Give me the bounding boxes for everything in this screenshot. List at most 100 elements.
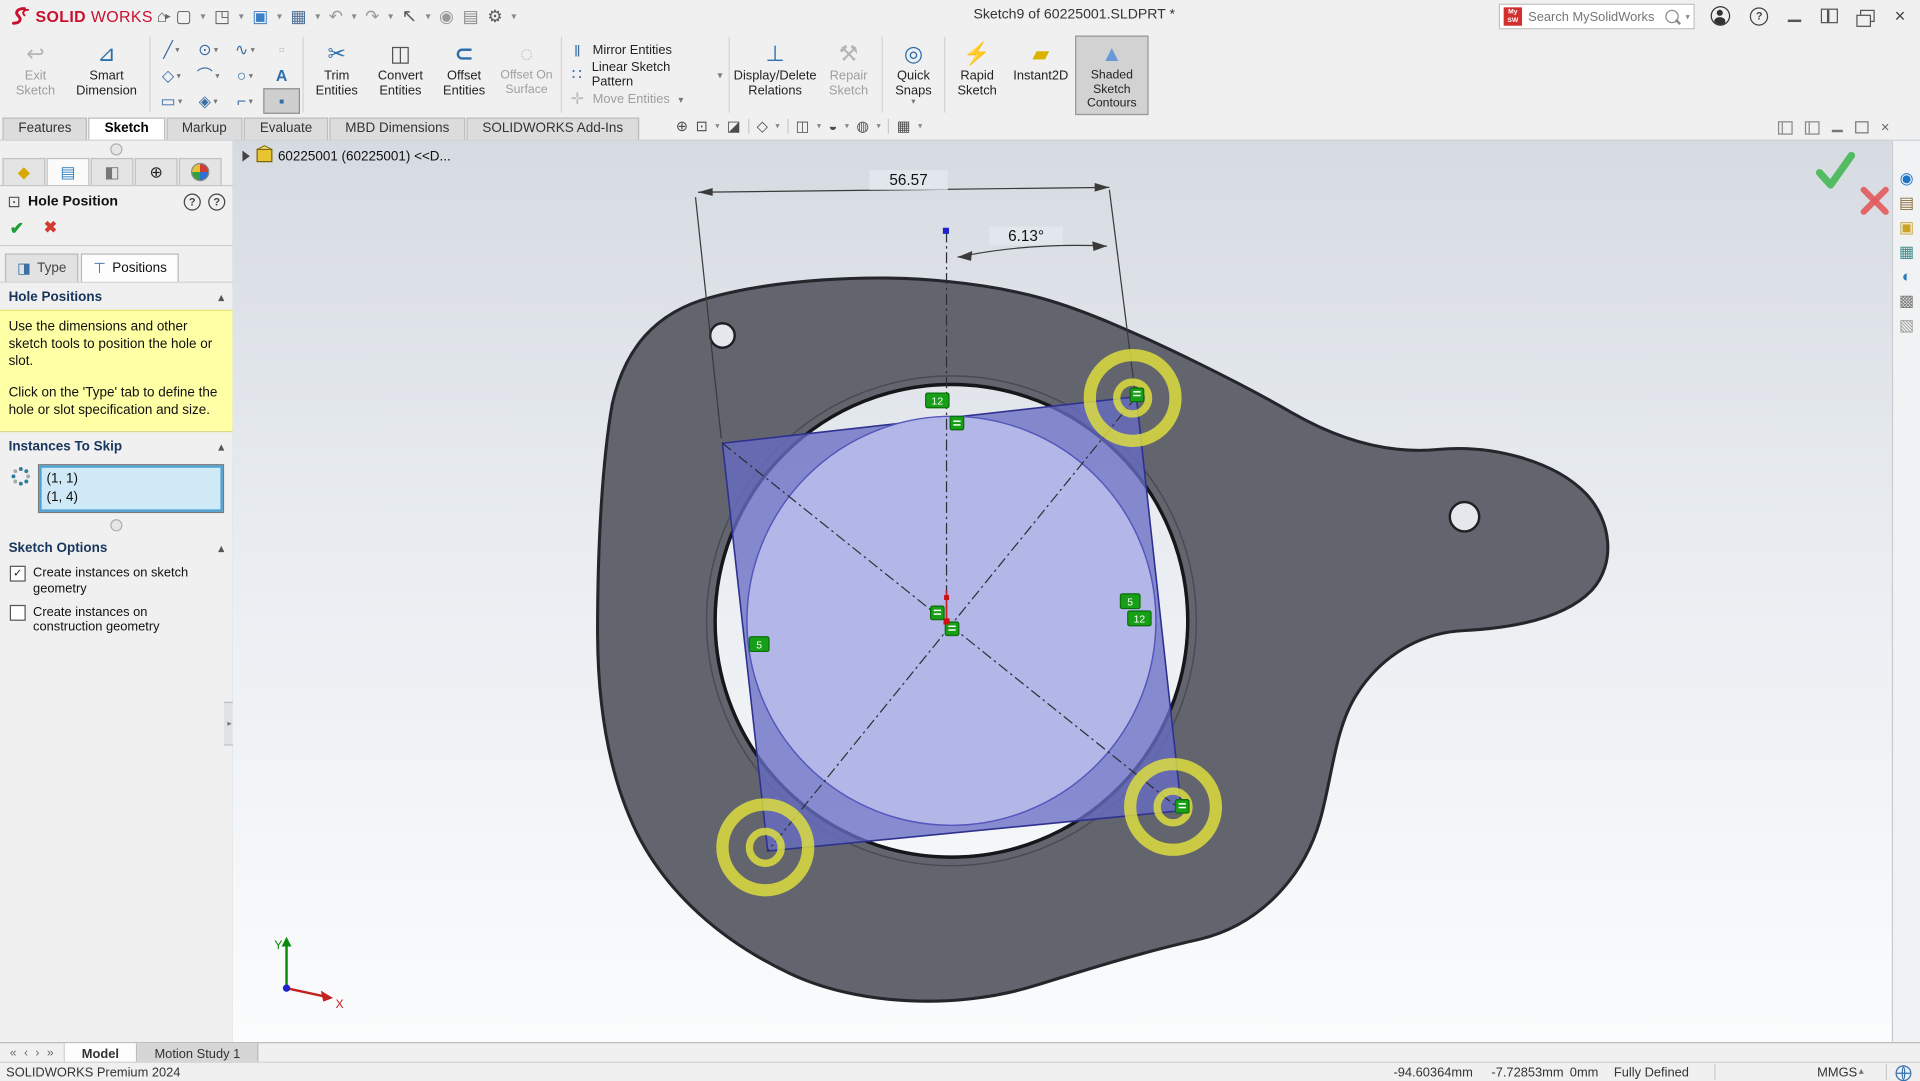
search-caret-icon[interactable]: ▾: [1685, 12, 1689, 22]
line-tool-button[interactable]: ╱▾: [153, 37, 190, 63]
circle-tool-button[interactable]: ⊙▾: [190, 37, 227, 63]
display-manager-tab[interactable]: [179, 158, 222, 185]
sketch-geometry-checkbox[interactable]: ✓: [10, 566, 26, 582]
sketch-relation-icon[interactable]: 5: [749, 637, 769, 652]
tab-markup[interactable]: Markup: [166, 118, 243, 140]
custom-properties-icon[interactable]: ▩: [1899, 293, 1914, 309]
sketch-relation-icon[interactable]: [950, 416, 963, 429]
exit-sketch-button[interactable]: ↩ Exit Sketch: [5, 36, 66, 102]
type-tab[interactable]: ◨ Type: [5, 253, 79, 281]
zoom-to-fit-icon[interactable]: ⊕: [676, 119, 688, 134]
restore-button[interactable]: [1860, 10, 1875, 22]
globe-status-icon[interactable]: [1896, 1065, 1912, 1081]
instances-to-skip-list[interactable]: (1, 1) (1, 4): [39, 466, 223, 513]
tab-solidworks-addins[interactable]: SOLIDWORKS Add-Ins: [466, 118, 639, 140]
search-icon[interactable]: [1666, 10, 1679, 23]
properties-icon[interactable]: ▤: [463, 7, 479, 24]
sketch-picture-button[interactable]: ▫: [263, 37, 300, 63]
doc-minimize-icon[interactable]: [1832, 130, 1843, 132]
select-caret-icon[interactable]: ▾: [426, 10, 431, 21]
tab-model[interactable]: Model: [65, 1043, 138, 1063]
instances-to-skip-section-header[interactable]: Instances To Skip ▴: [0, 433, 233, 460]
section-view-icon[interactable]: ◪: [727, 119, 741, 134]
offset-on-surface-button[interactable]: ◌ Offset On Surface: [495, 36, 559, 101]
offset-entities-button[interactable]: ⊂ Offset Entities: [433, 36, 494, 102]
options-caret-icon[interactable]: ▾: [511, 10, 516, 21]
polygon-tool-button[interactable]: ◈▾: [190, 88, 227, 114]
undo-caret-icon[interactable]: ▾: [352, 10, 357, 21]
sketch-relation-icon[interactable]: 12: [1128, 611, 1151, 626]
tab-motion-study-1[interactable]: Motion Study 1: [137, 1043, 258, 1063]
home-icon[interactable]: ⌂: [157, 7, 167, 24]
positions-tab[interactable]: ⊤ Positions: [81, 253, 179, 281]
user-account-icon[interactable]: [1711, 6, 1731, 26]
new-caret-icon[interactable]: ▾: [200, 10, 205, 21]
sketch-point-top[interactable]: [943, 228, 949, 234]
print-caret-icon[interactable]: ▾: [315, 10, 320, 21]
configuration-manager-tab[interactable]: ◧: [91, 158, 134, 185]
nav-next-icon[interactable]: ›: [35, 1046, 39, 1059]
display-delete-relations-button[interactable]: ⊥ Display/Delete Relations: [732, 36, 818, 102]
rapid-sketch-button[interactable]: ⚡ Rapid Sketch: [948, 36, 1007, 102]
select-cursor-icon[interactable]: ↖: [402, 7, 417, 25]
tab-mbd-dimensions[interactable]: MBD Dimensions: [329, 118, 465, 140]
tab-evaluate[interactable]: Evaluate: [244, 118, 328, 140]
cancel-button[interactable]: ✖: [44, 218, 57, 239]
shaded-sketch-contours-button[interactable]: ▲ Shaded Sketch Contours: [1075, 36, 1148, 115]
rectangle-tool-button[interactable]: ◇▾: [153, 62, 190, 88]
skip-instance-item[interactable]: (1, 1): [47, 471, 216, 489]
smart-dimension-button[interactable]: ⊿ Smart Dimension: [66, 36, 147, 102]
open-caret-icon[interactable]: ▾: [239, 10, 244, 21]
sketch-relation-icon[interactable]: [931, 606, 944, 619]
solidworks-resources-icon[interactable]: ◉: [1900, 170, 1914, 186]
zoom-to-area-icon[interactable]: ⊡: [696, 119, 708, 134]
collapse-chevron-icon[interactable]: ▴: [219, 441, 225, 454]
nav-last-icon[interactable]: »: [47, 1046, 54, 1059]
print-icon[interactable]: ▦: [290, 7, 306, 24]
spline-tool-button[interactable]: ∿▾: [227, 37, 264, 63]
hide-show-items-icon[interactable]: ◒: [828, 119, 837, 134]
nav-first-icon[interactable]: «: [10, 1046, 17, 1059]
sketch-relation-icon[interactable]: 12: [926, 393, 949, 408]
display-style-icon[interactable]: ◫: [796, 119, 810, 134]
doc-restore-icon[interactable]: [1855, 121, 1868, 133]
options-gear-icon[interactable]: ⚙: [487, 7, 502, 24]
save-caret-icon[interactable]: ▾: [277, 10, 282, 21]
nav-prev-icon[interactable]: ‹: [24, 1046, 28, 1059]
help-icon[interactable]: ?: [1750, 7, 1768, 25]
collapse-chevron-icon[interactable]: ▴: [219, 542, 225, 555]
file-explorer-icon[interactable]: ▣: [1899, 219, 1914, 235]
appearances-icon[interactable]: ◐: [1902, 268, 1912, 284]
sketch-relation-icon[interactable]: [1130, 388, 1143, 401]
instant2d-button[interactable]: ▰ Instant2D: [1007, 36, 1076, 88]
dimxpert-manager-tab[interactable]: ⊕: [135, 158, 178, 185]
help-icon[interactable]: ?: [208, 193, 225, 210]
tab-sketch[interactable]: Sketch: [89, 118, 165, 140]
feature-tree-node-label[interactable]: 60225001 (60225001) <<D...: [278, 148, 451, 163]
slot-tool-button[interactable]: ▭▾: [153, 88, 190, 114]
trim-entities-button[interactable]: ✂ Trim Entities: [306, 36, 367, 102]
part-small-hole-right[interactable]: [1450, 502, 1479, 531]
save-icon[interactable]: ▣: [252, 7, 268, 24]
view-settings-icon[interactable]: ▦: [897, 119, 911, 134]
units-caret-icon[interactable]: ▴: [1859, 1065, 1864, 1076]
forum-icon[interactable]: ▧: [1899, 317, 1914, 333]
text-tool-button[interactable]: A: [263, 62, 300, 88]
linear-dimension-value[interactable]: 56.57: [889, 172, 927, 189]
magnet-pin-icon[interactable]: ◉: [439, 7, 454, 24]
doc-close-icon[interactable]: ×: [1881, 120, 1890, 135]
sketch-relation-icon[interactable]: 5: [1120, 594, 1140, 609]
redo-icon[interactable]: ↷: [365, 7, 379, 24]
angle-dimension-value[interactable]: 6.13°: [1008, 228, 1044, 245]
sketch-relation-icon[interactable]: [1176, 800, 1189, 813]
open-icon[interactable]: ◳: [214, 7, 230, 24]
doc-pane-left-icon[interactable]: [1778, 121, 1793, 134]
sketch-point-upper-center[interactable]: [944, 595, 949, 600]
section-resize-handle[interactable]: [110, 520, 122, 532]
undo-icon[interactable]: ↶: [329, 7, 343, 24]
design-library-icon[interactable]: ▤: [1899, 195, 1914, 211]
sketch-point-center[interactable]: [943, 618, 949, 624]
status-units[interactable]: MMGS: [1817, 1065, 1857, 1080]
search-box[interactable]: My SW ▾: [1499, 4, 1695, 30]
part-small-hole-left[interactable]: [710, 323, 734, 347]
